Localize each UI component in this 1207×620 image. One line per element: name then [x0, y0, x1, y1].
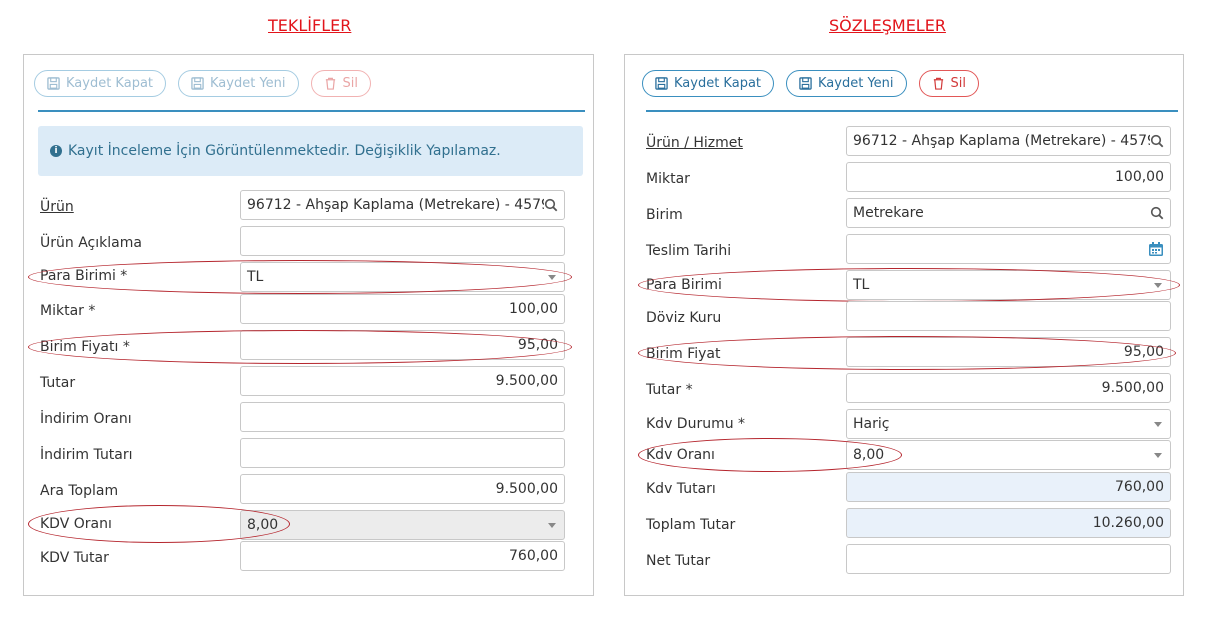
kdv-tutari-field: 760,00 — [846, 472, 1171, 502]
tutar-label: Tutar * — [646, 382, 693, 398]
save-new-button[interactable]: Kaydet Yeni — [786, 70, 907, 97]
right-panel-title: SÖZLEŞMELER — [829, 16, 946, 35]
left-toolbar: Kaydet Kapat Kaydet Yeni Sil — [34, 70, 371, 97]
toplam-tutar-label: Toplam Tutar — [646, 517, 736, 533]
left-panel-title: TEKLİFLER — [268, 16, 352, 35]
tutar-field[interactable]: 9.500,00 — [846, 373, 1171, 403]
readonly-alert: i Kayıt İnceleme İçin Görüntülenmektedir… — [38, 126, 583, 176]
trash-icon — [325, 77, 335, 90]
urun-field[interactable]: 96712 - Ahşap Kaplama (Metrekare) - 4579 — [240, 190, 565, 220]
miktar-label: Miktar * — [40, 303, 96, 319]
kdv-tutari-label: Kdv Tutarı — [646, 481, 716, 497]
delete-button[interactable]: Sil — [310, 70, 371, 97]
urun-hizmet-label[interactable]: Ürün / Hizmet — [646, 135, 743, 151]
birim-fiyat-field[interactable]: 95,00 — [846, 337, 1171, 367]
chevron-down-icon — [548, 275, 556, 280]
birim-fiyati-field[interactable]: 95,00 — [240, 330, 565, 360]
miktar-field[interactable]: 100,00 — [240, 294, 565, 324]
teslim-tarihi-field[interactable] — [846, 234, 1171, 264]
birim-field[interactable]: Metrekare — [846, 198, 1171, 228]
kdv-tutar-field[interactable]: 760,00 — [240, 541, 565, 571]
birim-label: Birim — [646, 207, 683, 223]
net-tutar-label: Net Tutar — [646, 553, 711, 569]
para-birimi-select[interactable]: TL — [846, 270, 1171, 300]
info-icon: i — [50, 145, 62, 157]
teklifler-form-panel: Kaydet Kapat Kaydet Yeni Sil i Kayıt İnc… — [23, 54, 594, 596]
save-icon — [191, 77, 204, 90]
teslim-tarihi-label: Teslim Tarihi — [646, 243, 732, 259]
kdv-orani-label: KDV Oranı — [40, 516, 112, 532]
miktar-field[interactable]: 100,00 — [846, 162, 1171, 192]
ara-toplam-label: Ara Toplam — [40, 483, 119, 499]
kdv-orani-select[interactable]: 8,00 — [240, 510, 565, 540]
sozlesmeler-form-panel: Kaydet Kapat Kaydet Yeni Sil Ürün / Hizm… — [624, 54, 1184, 596]
chevron-down-icon — [1154, 422, 1162, 427]
tutar-label: Tutar — [40, 375, 76, 391]
urun-aciklama-field[interactable] — [240, 226, 565, 256]
chevron-down-icon — [1154, 283, 1162, 288]
indirim-tutari-field[interactable] — [240, 438, 565, 468]
toolbar-divider — [646, 110, 1178, 112]
save-close-button[interactable]: Kaydet Kapat — [642, 70, 775, 97]
doviz-kuru-field[interactable] — [846, 301, 1171, 331]
save-icon — [47, 77, 60, 90]
toolbar-divider — [38, 110, 585, 112]
search-icon[interactable] — [1150, 206, 1164, 220]
search-icon[interactable] — [544, 198, 558, 212]
right-toolbar: Kaydet Kapat Kaydet Yeni Sil — [642, 70, 979, 97]
para-birimi-label: Para Birimi — [646, 277, 722, 293]
chevron-down-icon — [1154, 453, 1162, 458]
save-close-button[interactable]: Kaydet Kapat — [34, 70, 167, 97]
kdv-orani-label: Kdv Oranı — [646, 447, 715, 463]
kdv-durumu-select[interactable]: Hariç — [846, 409, 1171, 439]
miktar-label: Miktar — [646, 171, 690, 187]
delete-button[interactable]: Sil — [918, 70, 979, 97]
save-new-button[interactable]: Kaydet Yeni — [178, 70, 299, 97]
net-tutar-field[interactable] — [846, 544, 1171, 574]
birim-fiyati-label: Birim Fiyatı * — [40, 339, 130, 355]
chevron-down-icon — [548, 523, 556, 528]
kdv-orani-select[interactable]: 8,00 — [846, 440, 1171, 470]
doviz-kuru-label: Döviz Kuru — [646, 310, 722, 326]
birim-fiyat-label: Birim Fiyat — [646, 346, 721, 362]
para-birimi-select[interactable]: TL — [240, 262, 565, 292]
ara-toplam-field[interactable]: 9.500,00 — [240, 474, 565, 504]
kdv-durumu-label: Kdv Durumu * — [646, 416, 746, 432]
save-icon — [799, 77, 812, 90]
indirim-orani-field[interactable] — [240, 402, 565, 432]
trash-icon — [933, 77, 943, 90]
toplam-tutar-field: 10.260,00 — [846, 508, 1171, 538]
para-birimi-label: Para Birimi * — [40, 268, 128, 284]
indirim-orani-label: İndirim Oranı — [40, 411, 132, 427]
indirim-tutari-label: İndirim Tutarı — [40, 447, 133, 463]
kdv-tutar-label: KDV Tutar — [40, 550, 109, 566]
save-icon — [655, 77, 668, 90]
calendar-icon[interactable] — [1148, 241, 1164, 257]
urun-aciklama-label: Ürün Açıklama — [40, 235, 142, 251]
urun-hizmet-field[interactable]: 96712 - Ahşap Kaplama (Metrekare) - 4579 — [846, 126, 1171, 156]
urun-label[interactable]: Ürün — [40, 199, 74, 215]
tutar-field[interactable]: 9.500,00 — [240, 366, 565, 396]
search-icon[interactable] — [1150, 134, 1164, 148]
